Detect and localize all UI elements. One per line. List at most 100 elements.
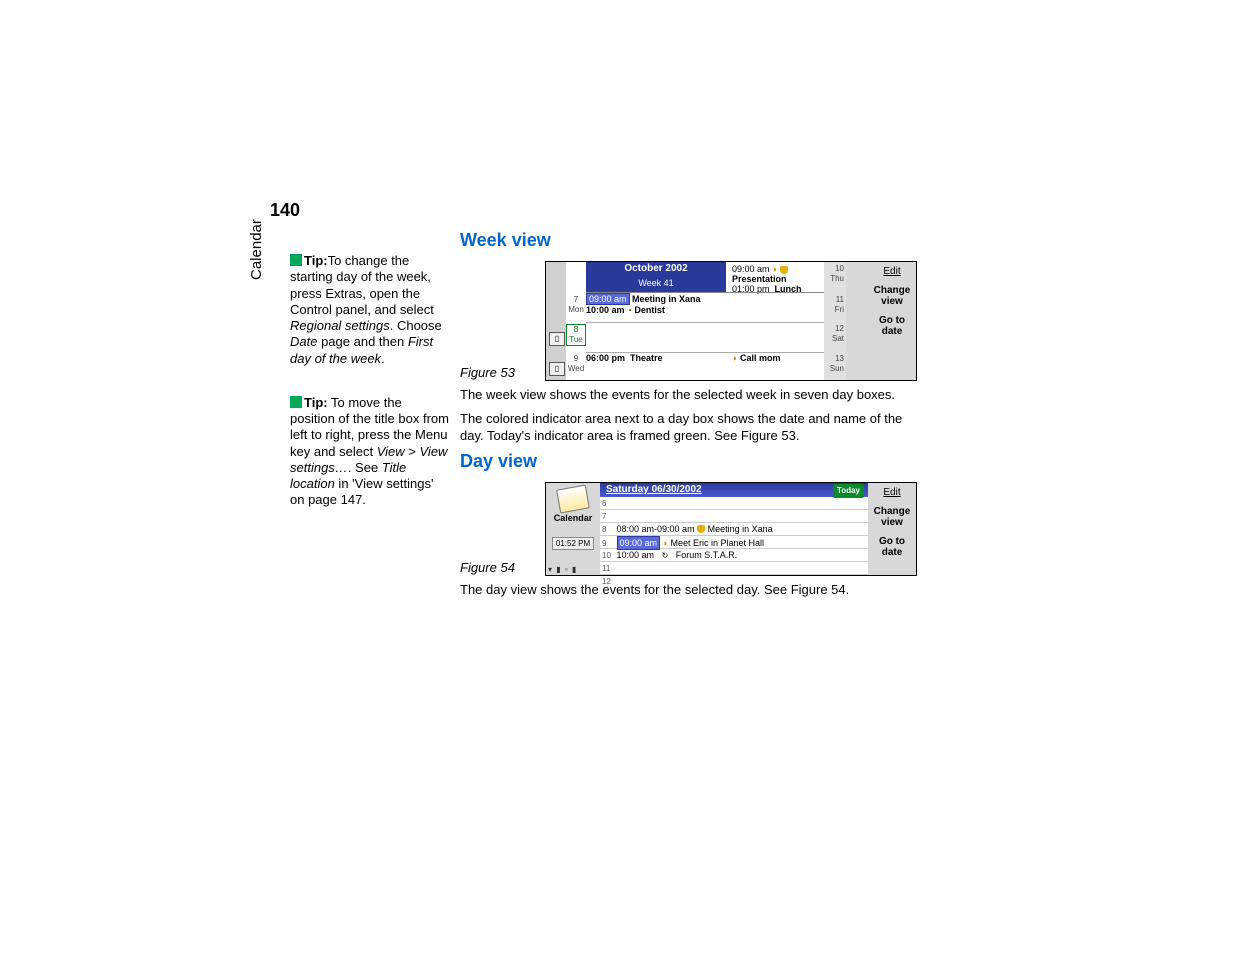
tip-icon (290, 396, 302, 408)
tip-2: Tip: To move the position of the title b… (290, 395, 450, 509)
section-label: Calendar (248, 219, 265, 280)
week-softkeys: Edit Change view Go to date (868, 262, 916, 380)
day-softkeys: Edit Change view Go to date (868, 483, 916, 575)
hour-row[interactable]: 10 10:00 am ↻ Forum S.T.A.R. (600, 549, 868, 562)
time: 08:00 am-09:00 am (617, 524, 695, 534)
event-label: Forum S.T.A.R. (676, 550, 738, 560)
hour-row[interactable]: 7 (600, 510, 868, 523)
goto-date-button[interactable]: Go to date (868, 532, 916, 562)
tip-em: Regional settings (290, 318, 390, 333)
dayview-left-panel: Calendar 01:52 PM ▾ ▮ ▫ ▮ (546, 483, 600, 575)
week-subtitle: Week 41 (586, 276, 726, 290)
hour-row[interactable]: 8 08:00 am-09:00 am Meeting in Xana (600, 523, 868, 536)
daynum: 9 (574, 354, 578, 363)
week-tool-col: ▯ ▯ (546, 262, 566, 380)
heading-day-view: Day view (460, 451, 920, 472)
tip-text: . See (348, 460, 382, 475)
daynum: 10 (835, 264, 844, 273)
tip-text: . Choose (390, 318, 442, 333)
day-indicator-wed: 9Wed (566, 354, 586, 374)
week-main: October 2002 Week 41 09:00 am ◗ Presenta… (566, 262, 824, 380)
dayview-date: Saturday 06/30/2002 (606, 484, 702, 495)
week-right-day-col: 10Thu 11Fri 12Sat 13Sun (824, 262, 846, 380)
hour-row[interactable]: 9 09:00 am ◗ Meet Eric in Planet Hall (600, 536, 868, 549)
dayname: Fri (835, 305, 844, 314)
time: 10:00 am (586, 305, 625, 315)
dayname: Tue (569, 335, 583, 344)
hour: 8 (602, 524, 614, 536)
main-column: Week view ▯ ▯ October 2002 Week 41 09:00… (460, 230, 920, 604)
edit-button[interactable]: Edit (868, 483, 916, 502)
btn-label: Change view (874, 506, 911, 528)
event[interactable]: 09:00 am Meeting in Xana (586, 293, 824, 305)
mon-events: 09:00 am Meeting in Xana 10:00 am ◔ Dent… (586, 292, 824, 321)
goto-date-button[interactable]: Go to date (868, 311, 916, 341)
tip-em: View (377, 444, 405, 459)
daynum: 11 (836, 295, 844, 304)
event: 09:00 am ◗ Presentation (732, 264, 824, 284)
figure-54: Calendar 01:52 PM ▾ ▮ ▫ ▮ Saturday 06/30… (545, 482, 917, 576)
edit-button[interactable]: Edit (868, 262, 916, 281)
event[interactable]: 06:00 pm Theatre (586, 353, 824, 363)
tip-1: Tip:To change the starting day of the we… (290, 253, 450, 367)
tue-events (586, 322, 824, 351)
hour-row[interactable]: 6 (600, 497, 868, 510)
page-number: 140 (270, 200, 300, 221)
event-label: Presentation (732, 274, 787, 284)
change-view-button[interactable]: Change view (868, 281, 916, 311)
hour-row[interactable]: 12 (600, 575, 868, 587)
bell-icon (697, 525, 705, 533)
event-label: Meet Eric in Planet Hall (671, 538, 765, 548)
bell-icon (780, 266, 788, 274)
dayname: Sun (830, 364, 844, 373)
btn-label: Go to date (879, 536, 905, 558)
event-label: Theatre (630, 353, 663, 363)
day-indicator-tue-today: 8Tue (566, 324, 586, 346)
daynum: 8 (574, 325, 578, 334)
week-title: October 2002 (586, 262, 726, 276)
event[interactable]: 10:00 am ◔ Dentist (586, 305, 824, 315)
body-text: The colored indicator area next to a day… (460, 410, 920, 445)
tip-em: Date (290, 334, 317, 349)
tool-icon[interactable]: ▯ (549, 362, 565, 376)
dayview-toolbar-icons[interactable]: ▾ ▮ ▫ ▮ (548, 565, 577, 574)
btn-label: Change view (874, 285, 911, 307)
day-indicator-mon: 7Mon (566, 295, 586, 315)
dayview-header: Saturday 06/30/2002 Today (600, 483, 868, 497)
time: 10:00 am (617, 550, 655, 560)
daynum: 12 (835, 324, 844, 333)
hour: 6 (602, 498, 614, 510)
day-indicator-fri: 11Fri (835, 295, 844, 315)
tip-label: Tip: (304, 395, 328, 410)
dayname: Sat (832, 334, 844, 343)
tip-label: Tip: (304, 253, 328, 268)
day-indicator-sat: 12Sat (832, 324, 844, 344)
week-header-events: 09:00 am ◗ Presentation 01:00 pm Lunch (732, 264, 824, 294)
wed-events: 06:00 pm Theatre ◗ Call mom (586, 352, 824, 379)
tip-column: Tip:To change the starting day of the we… (290, 253, 450, 537)
day-indicator-sun: 13Sun (830, 354, 844, 374)
calendar-label: Calendar (546, 513, 600, 523)
dayname: Thu (830, 274, 844, 283)
time: 09:00 am (586, 293, 630, 305)
hour: 12 (602, 576, 614, 588)
daynum: 13 (835, 354, 844, 363)
tip-icon (290, 254, 302, 266)
event-label: Meeting in Xana (708, 524, 773, 534)
wed-right-event[interactable]: ◗ Call mom (732, 353, 780, 363)
tool-icon[interactable]: ▯ (549, 332, 565, 346)
hour-row[interactable]: 11 (600, 562, 868, 575)
hour: 11 (602, 563, 614, 575)
today-badge[interactable]: Today (833, 484, 864, 498)
dayview-main: Saturday 06/30/2002 Today 6 7 8 08:00 am… (600, 483, 868, 575)
dayname: Mon (568, 305, 584, 314)
hour: 10 (602, 550, 614, 562)
daynum: 7 (574, 295, 578, 304)
body-text: The week view shows the events for the s… (460, 386, 920, 404)
heading-week-view: Week view (460, 230, 920, 251)
tip-text: > (405, 444, 420, 459)
tip-text: page and then (317, 334, 407, 349)
event-label: Call mom (740, 353, 781, 363)
change-view-button[interactable]: Change view (868, 502, 916, 532)
dayname: Wed (568, 364, 584, 373)
